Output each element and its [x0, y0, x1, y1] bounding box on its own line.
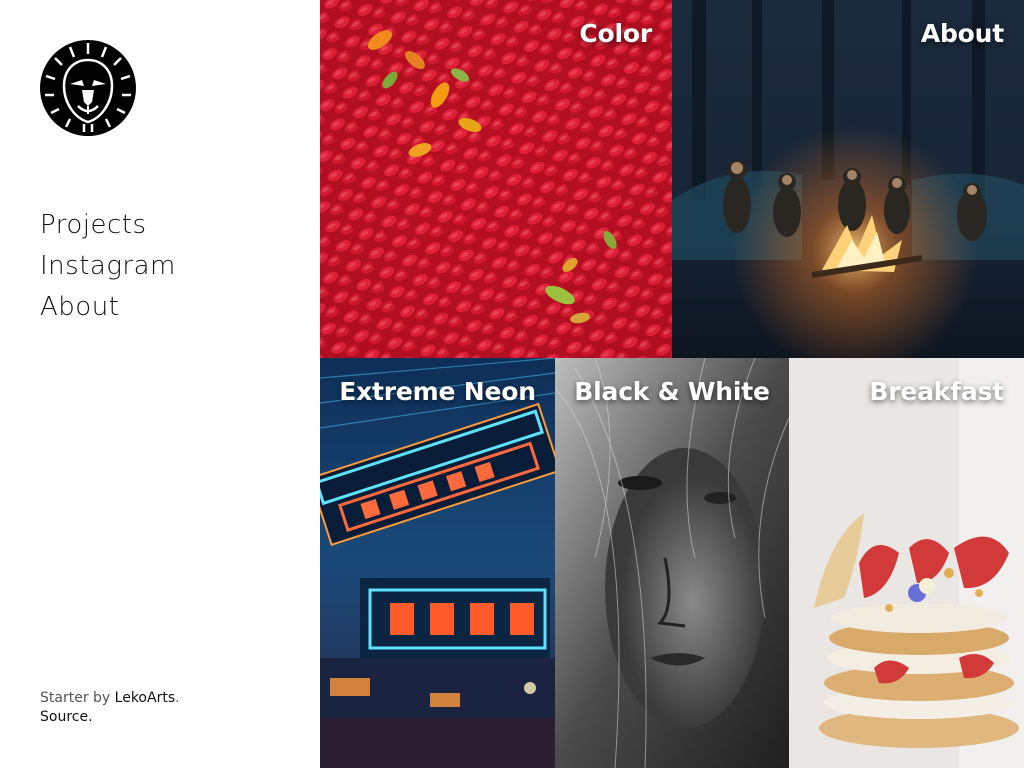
nav-item-projects[interactable]: Projects: [40, 205, 176, 246]
tile-title: About: [920, 19, 1004, 48]
nav-item-instagram[interactable]: Instagram: [40, 246, 176, 287]
tile-title: Color: [579, 19, 652, 48]
project-tile-breakfast[interactable]: Breakfast: [789, 358, 1024, 768]
tile-title: Breakfast: [869, 377, 1004, 406]
footer-credit-suffix: .: [175, 690, 180, 706]
main-nav: Projects Instagram About: [40, 205, 176, 328]
tile-image: [789, 358, 1024, 768]
project-tile-extreme-neon[interactable]: Extreme Neon: [320, 358, 555, 768]
nav-item-about[interactable]: About: [40, 287, 176, 328]
tile-image: [320, 0, 672, 358]
tile-image: [555, 358, 789, 768]
project-tile-about[interactable]: About: [672, 0, 1024, 358]
tile-title: Black & White: [574, 377, 770, 406]
source-link[interactable]: Source.: [40, 709, 93, 725]
footer-credit-line: Starter by LekoArts.: [40, 689, 180, 708]
sidebar: Projects Instagram About Starter by Leko…: [0, 0, 320, 768]
lion-head-icon[interactable]: [40, 40, 136, 136]
tile-image: [320, 358, 555, 768]
footer: Starter by LekoArts. Source.: [40, 689, 180, 727]
author-link[interactable]: LekoArts: [115, 690, 175, 706]
project-tile-black-white[interactable]: Black & White: [555, 358, 789, 768]
tile-title: Extreme Neon: [339, 377, 536, 406]
tile-image: [672, 0, 1024, 358]
project-grid: Color About Extreme Neon Black & White B…: [320, 0, 1024, 768]
project-tile-color[interactable]: Color: [320, 0, 672, 358]
footer-credit-prefix: Starter by: [40, 690, 115, 706]
